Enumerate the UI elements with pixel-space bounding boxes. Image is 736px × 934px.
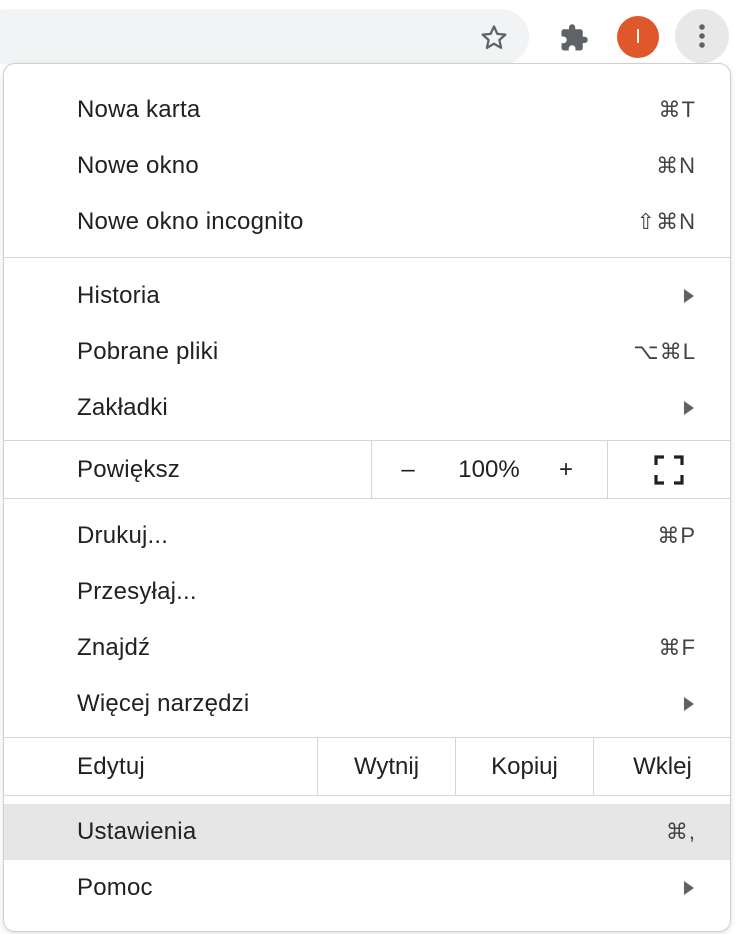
menu-divider [4,257,730,258]
browser-toolbar: I [0,0,736,72]
menu-item-label: Historia [77,282,160,309]
fullscreen-button[interactable] [608,442,730,498]
bookmark-star-icon[interactable] [474,18,514,58]
menu-item-label: Przesyłaj... [77,578,197,605]
avatar-initial: I [635,25,641,48]
menu-item-label: Zakładki [77,394,168,421]
cut-button[interactable]: Wytnij [318,739,455,795]
submenu-arrow-icon [684,401,694,415]
edit-label: Edytuj [77,753,145,780]
menu-item-shortcut: ⌥⌘L [633,339,696,364]
paste-button[interactable]: Wklej [594,739,730,795]
zoom-label: Powiększ [77,456,180,483]
menu-item-label: Znajdź [77,634,151,661]
menu-item-label: Więcej narzędzi [77,690,250,717]
menu-item-label: Drukuj... [77,522,169,549]
menu-item-print[interactable]: Drukuj... ⌘P [4,508,730,564]
menu-item-shortcut: ⌘, [665,819,696,844]
cut-label: Wytnij [353,753,420,780]
menu-item-label: Nowe okno [77,152,199,179]
menu-item-more-tools[interactable]: Więcej narzędzi [4,676,730,732]
menu-item-incognito[interactable]: Nowe okno incognito ⇧⌘N [4,194,730,250]
menu-divider [371,441,372,499]
address-bar[interactable] [0,9,529,65]
profile-avatar[interactable]: I [617,16,659,58]
menu-item-shortcut: ⌘T [658,97,696,122]
zoom-in-button[interactable]: + [546,442,586,498]
fullscreen-icon [654,455,684,485]
copy-label: Kopiuj [491,753,558,780]
menu-item-label: Pomoc [77,874,153,901]
menu-divider [4,737,730,738]
menu-item-label: Ustawienia [77,818,197,845]
submenu-arrow-icon [684,289,694,303]
extensions-puzzle-icon[interactable] [554,18,594,58]
menu-item-new-window[interactable]: Nowe okno ⌘N [4,138,730,194]
menu-item-shortcut: ⇧⌘N [636,209,696,234]
menu-item-history[interactable]: Historia [4,268,730,324]
zoom-out-button[interactable]: – [388,442,428,498]
menu-item-label: Nowe okno incognito [77,208,304,235]
submenu-arrow-icon [684,881,694,895]
paste-label: Wklej [633,753,692,780]
copy-button[interactable]: Kopiuj [456,739,593,795]
submenu-arrow-icon [684,697,694,711]
menu-divider [4,498,730,499]
menu-item-help[interactable]: Pomoc [4,860,730,916]
menu-item-cast[interactable]: Przesyłaj... [4,564,730,620]
menu-divider [4,795,730,796]
menu-item-downloads[interactable]: Pobrane pliki ⌥⌘L [4,324,730,380]
menu-item-find[interactable]: Znajdź ⌘F [4,620,730,676]
zoom-value: 100% [458,456,520,483]
menu-item-new-tab[interactable]: Nowa karta ⌘T [4,82,730,138]
menu-item-shortcut: ⌘N [656,153,696,178]
more-options-icon[interactable] [675,9,729,63]
zoom-minus-icon: – [401,456,415,483]
zoom-level: 100% [444,442,534,498]
menu-item-shortcut: ⌘P [657,523,696,548]
menu-item-label: Nowa karta [77,96,201,123]
zoom-plus-icon: + [558,456,573,483]
menu-item-settings[interactable]: Ustawienia ⌘, [4,804,730,860]
menu-item-shortcut: ⌘F [658,635,696,660]
menu-divider [4,440,730,441]
chrome-main-menu: Nowa karta ⌘T Nowe okno ⌘N Nowe okno inc… [3,63,731,932]
menu-item-bookmarks[interactable]: Zakładki [4,380,730,436]
menu-item-label: Pobrane pliki [77,338,219,365]
